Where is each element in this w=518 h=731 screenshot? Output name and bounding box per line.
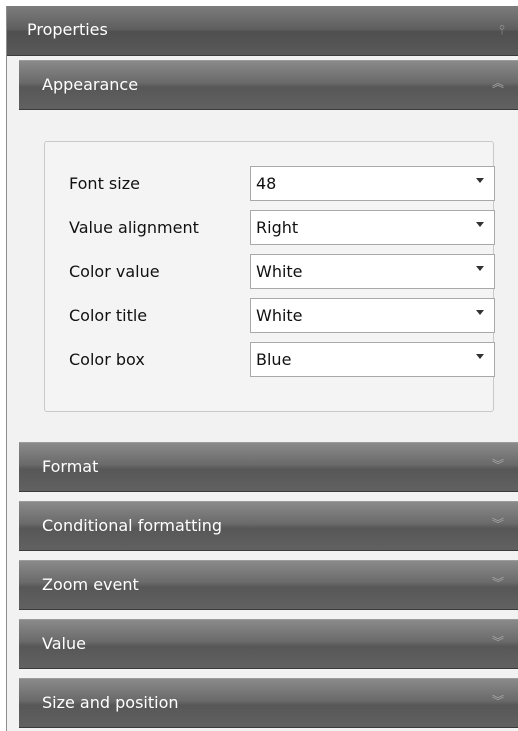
- field-row-font-size: Font size 48: [69, 166, 495, 202]
- dropdown-value: Blue: [256, 350, 292, 369]
- dropdown-value: White: [256, 306, 303, 325]
- section-header-value[interactable]: Value ︾: [19, 619, 518, 669]
- properties-panel: Properties ⫯ Appearance ︽ Font size 48 V…: [6, 6, 518, 731]
- field-row-color-value: Color value White: [69, 254, 495, 290]
- section-header-format[interactable]: Format ︾: [19, 442, 518, 492]
- field-label: Color value: [69, 262, 160, 281]
- double-chevron-down-icon: ︾: [491, 576, 504, 590]
- color-value-dropdown[interactable]: White: [250, 254, 495, 289]
- field-row-value-alignment: Value alignment Right: [69, 210, 495, 246]
- dropdown-value: White: [256, 262, 303, 281]
- value-alignment-dropdown[interactable]: Right: [250, 210, 495, 245]
- panel-title: Properties: [27, 20, 108, 39]
- appearance-groupbox: Font size 48 Value alignment Right Color…: [44, 141, 495, 412]
- double-chevron-down-icon: ︾: [491, 517, 504, 531]
- appearance-content: Font size 48 Value alignment Right Color…: [19, 114, 518, 438]
- section-header-conditional-formatting[interactable]: Conditional formatting ︾: [19, 501, 518, 551]
- field-label: Color box: [69, 350, 145, 369]
- section-label: Value: [42, 634, 86, 653]
- dropdown-value: 48: [256, 174, 277, 193]
- field-label: Color title: [69, 306, 148, 325]
- section-header-appearance[interactable]: Appearance ︽: [19, 60, 518, 110]
- section-label: Conditional formatting: [42, 516, 223, 535]
- field-label: Value alignment: [69, 218, 199, 237]
- color-title-dropdown[interactable]: White: [250, 298, 495, 333]
- double-chevron-up-icon: ︽: [491, 76, 504, 90]
- font-size-dropdown[interactable]: 48: [250, 166, 495, 201]
- pin-icon[interactable]: ⫯: [494, 21, 510, 41]
- dropdown-arrow-icon: [476, 178, 484, 183]
- section-header-zoom-event[interactable]: Zoom event ︾: [19, 560, 518, 610]
- section-label: Zoom event: [42, 575, 139, 594]
- section-label: Format: [42, 457, 99, 476]
- dropdown-arrow-icon: [476, 266, 484, 271]
- panel-titlebar: Properties ⫯: [7, 6, 518, 56]
- section-header-size-and-position[interactable]: Size and position ︾: [19, 678, 518, 728]
- dropdown-arrow-icon: [476, 354, 484, 359]
- double-chevron-down-icon: ︾: [491, 694, 504, 708]
- color-box-dropdown[interactable]: Blue: [250, 342, 495, 377]
- section-label: Appearance: [42, 75, 139, 94]
- field-row-color-box: Color box Blue: [69, 342, 495, 378]
- field-label: Font size: [69, 174, 140, 193]
- double-chevron-down-icon: ︾: [491, 635, 504, 649]
- dropdown-arrow-icon: [476, 222, 484, 227]
- double-chevron-down-icon: ︾: [491, 458, 504, 472]
- dropdown-arrow-icon: [476, 310, 484, 315]
- field-row-color-title: Color title White: [69, 298, 495, 334]
- dropdown-value: Right: [256, 218, 299, 237]
- section-label: Size and position: [42, 693, 179, 712]
